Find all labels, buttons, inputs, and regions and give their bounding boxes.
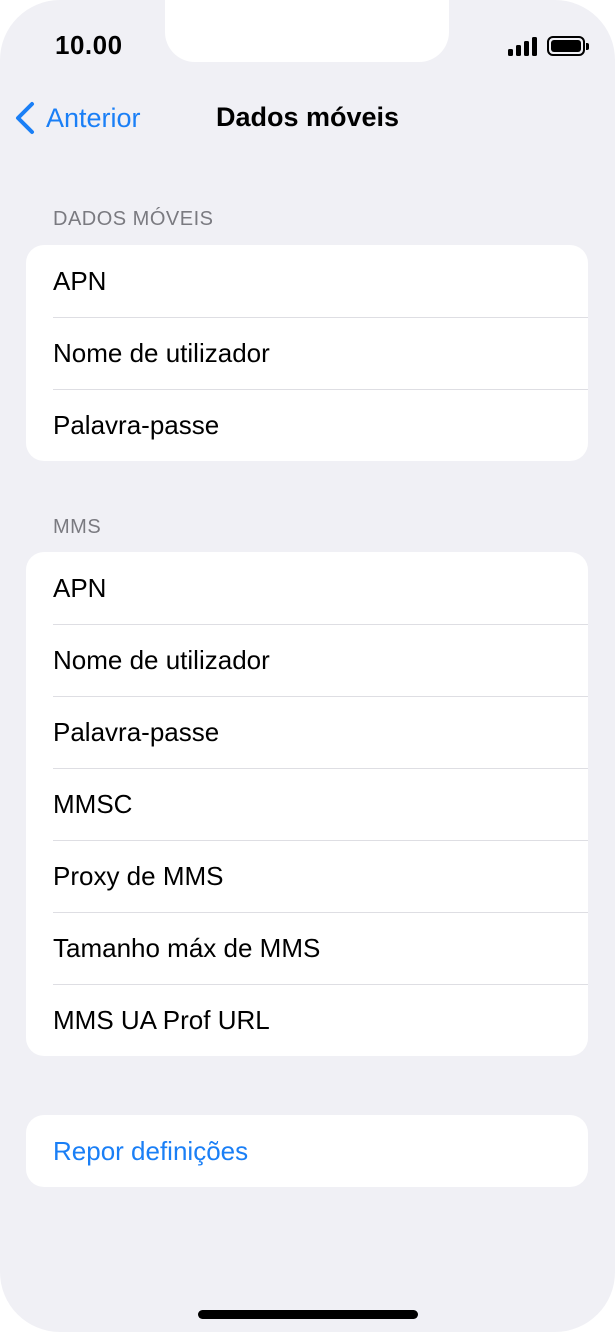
reset-group: Repor definições bbox=[26, 1115, 588, 1187]
status-time: 10.00 bbox=[55, 30, 123, 60]
section-header-dados-moveis: DADOS MÓVEIS bbox=[53, 208, 214, 230]
phone-screen: 10.00 Anterior Dados móveis DADOS MÓVEIS… bbox=[0, 0, 615, 1332]
section-header-mms: MMS bbox=[53, 516, 102, 538]
page-title: Dados móveis bbox=[215, 102, 400, 132]
mms-username-row[interactable]: Nome de utilizador bbox=[26, 624, 588, 696]
mms-password-row[interactable]: Palavra-passe bbox=[26, 696, 588, 768]
dados-moveis-username-row[interactable]: Nome de utilizador bbox=[26, 317, 588, 389]
mmsc-row[interactable]: MMSC bbox=[26, 768, 588, 840]
status-icons bbox=[508, 36, 589, 56]
mms-apn-row[interactable]: APN bbox=[26, 552, 588, 624]
dados-moveis-apn-row[interactable]: APN bbox=[26, 245, 588, 317]
battery-icon bbox=[547, 36, 589, 56]
cellular-signal-icon bbox=[508, 36, 537, 56]
dados-moveis-password-row[interactable]: Palavra-passe bbox=[26, 389, 588, 461]
mms-max-size-row[interactable]: Tamanho máx de MMS bbox=[26, 912, 588, 984]
mms-proxy-row[interactable]: Proxy de MMS bbox=[26, 840, 588, 912]
reset-settings-button[interactable]: Repor definições bbox=[26, 1115, 588, 1187]
dados-moveis-group: APN Nome de utilizador Palavra-passe bbox=[26, 245, 588, 461]
mms-ua-prof-url-row[interactable]: MMS UA Prof URL bbox=[26, 984, 588, 1056]
mms-group: APN Nome de utilizador Palavra-passe MMS… bbox=[26, 552, 588, 1056]
home-indicator[interactable] bbox=[198, 1310, 418, 1319]
notch bbox=[165, 0, 449, 62]
